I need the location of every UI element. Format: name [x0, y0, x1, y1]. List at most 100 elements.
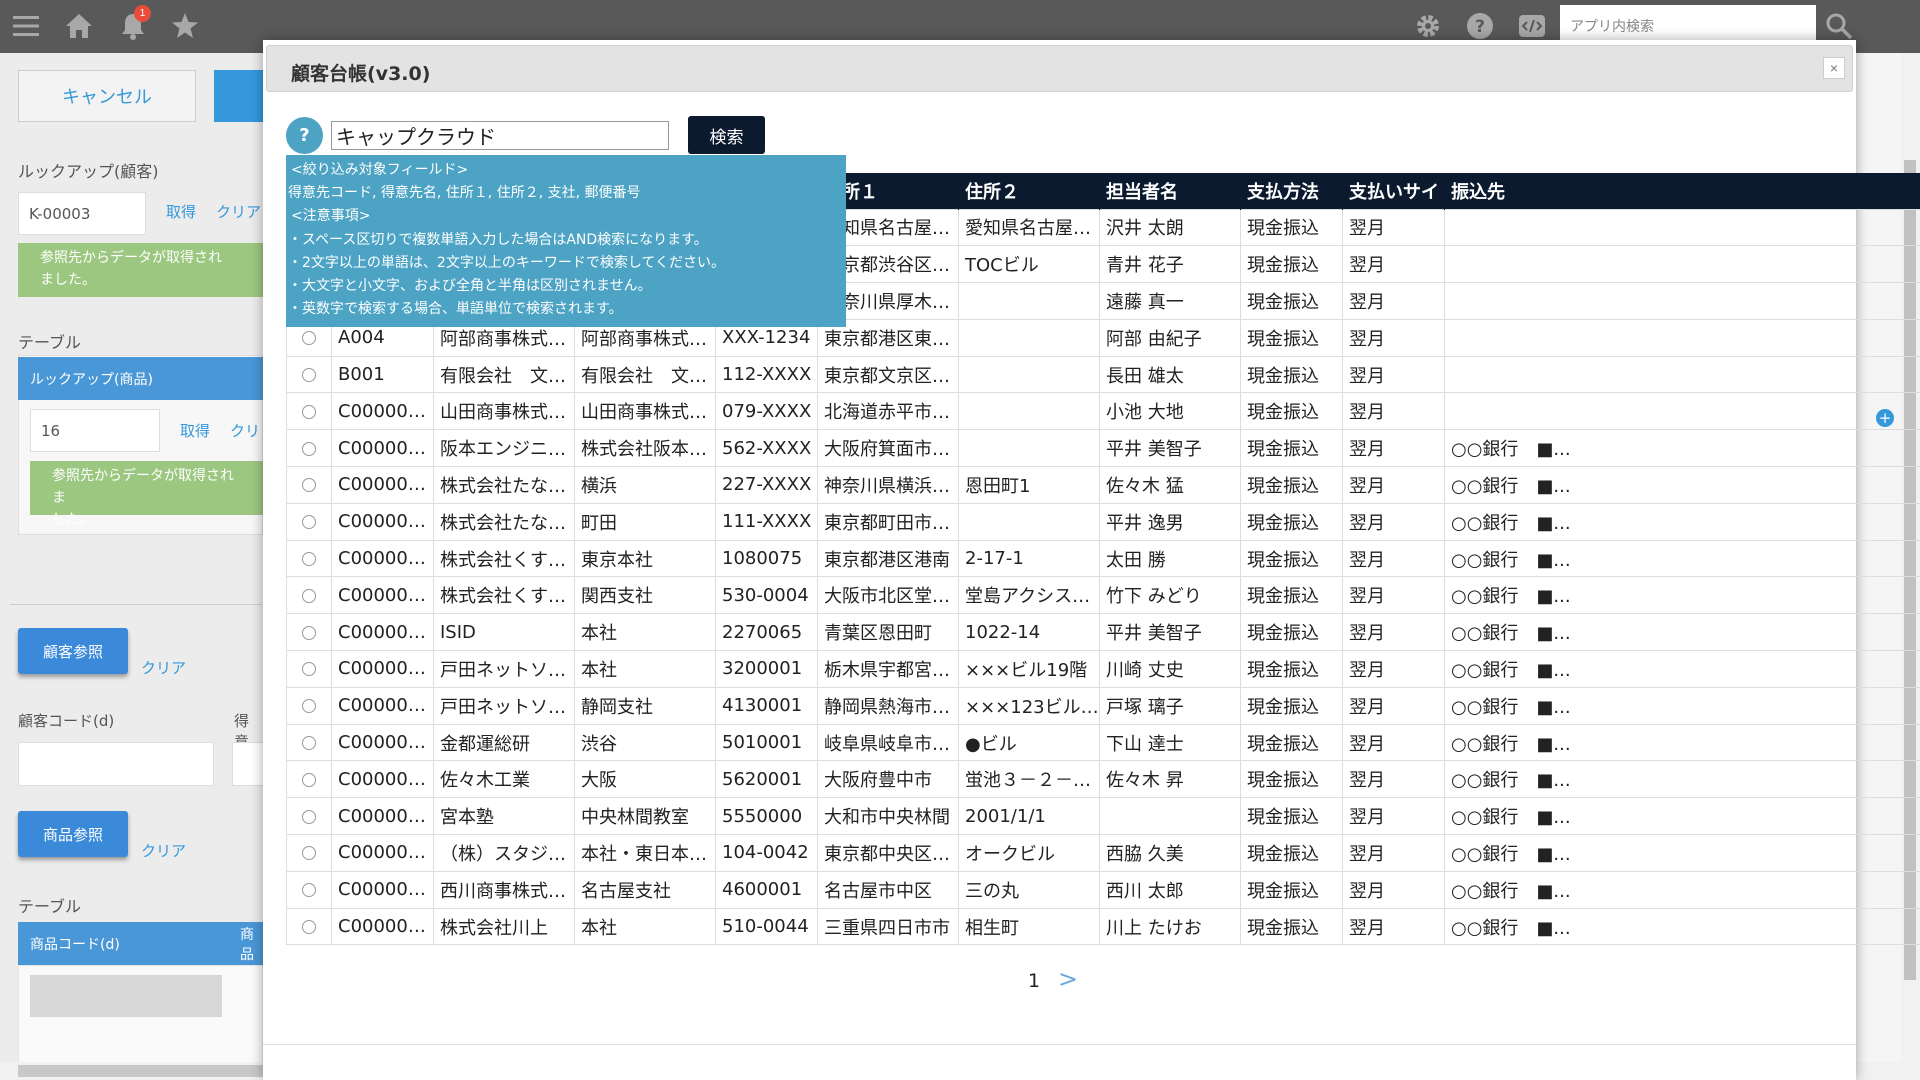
row-radio[interactable]: [286, 870, 332, 909]
modal-title: 顧客台帳(v3.0): [291, 63, 431, 85]
lookup-product-input[interactable]: 16: [30, 409, 160, 452]
table-cell: 西川 太郎: [1099, 870, 1241, 909]
row-radio[interactable]: [286, 760, 332, 799]
table-cell: 相生町: [958, 907, 1100, 946]
tokui-input[interactable]: [232, 742, 264, 786]
close-icon[interactable]: ×: [1823, 57, 1845, 79]
radio-button[interactable]: [302, 809, 316, 824]
radio-button[interactable]: [302, 331, 316, 346]
product-ref-button[interactable]: 商品参照: [18, 811, 128, 857]
row-radio[interactable]: [286, 613, 332, 652]
row-radio[interactable]: [286, 576, 332, 615]
table-row[interactable]: C0000000...株式会社たなみ...町田111-XXXX東京都町田市南..…: [286, 502, 1920, 541]
code-icon[interactable]: [1517, 11, 1547, 41]
table-cell: 現金振込: [1240, 723, 1343, 762]
page-number[interactable]: 1: [1028, 970, 1040, 992]
table-row[interactable]: C0000000...宮本塾中央林間教室5550000大和市中央林間2001/1…: [286, 797, 1920, 836]
table-row[interactable]: C0000000...西川商事株式会社名古屋支社4600001名古屋市中区三の丸…: [286, 870, 1920, 909]
radio-button[interactable]: [302, 772, 316, 787]
help-icon-button[interactable]: ?: [286, 117, 323, 154]
lookup-customer-input[interactable]: K-00003: [18, 192, 146, 235]
radio-button[interactable]: [302, 662, 316, 677]
table-cell: 太田 勝: [1099, 539, 1241, 578]
table-row[interactable]: C0000000...戸田ネットソリ...静岡支社4130001静岡県熱海市××…: [286, 686, 1920, 725]
table-label-2: テーブル: [18, 897, 82, 916]
star-icon[interactable]: [170, 11, 200, 41]
radio-button[interactable]: [302, 846, 316, 861]
radio-button[interactable]: [302, 441, 316, 456]
row-radio[interactable]: [286, 907, 332, 946]
row-radio[interactable]: [286, 466, 332, 504]
clear-link[interactable]: クリア: [216, 201, 261, 222]
table-row[interactable]: C0000000...株式会社たなみ...横浜227-XXXX神奈川県横浜市..…: [286, 466, 1920, 504]
radio-button[interactable]: [302, 920, 316, 935]
table-row[interactable]: C0000000...株式会社くすのき関西支社530-0004大阪市北区堂島..…: [286, 576, 1920, 615]
clear-link-2[interactable]: クリ: [230, 420, 260, 441]
table-row[interactable]: C0000000...山田商事株式会社山田商事株式会社079-XXXX北海道赤平…: [286, 392, 1920, 431]
table-row[interactable]: C0000000...（株）スタジオ...本社・東日本支社104-0042東京都…: [286, 834, 1920, 872]
table-row[interactable]: B001 有限会社 文京... 有限会社 文京... 112-XXXX 東京都文京区後.…: [286, 355, 1920, 394]
radio-button[interactable]: [302, 552, 316, 567]
table-row[interactable]: C0000000...金都運総研渋谷5010001岐阜県岐阜市××...●ビル下…: [286, 723, 1920, 762]
row-radio[interactable]: [286, 502, 332, 541]
menu-icon[interactable]: [11, 11, 41, 41]
table-cell: ○○銀行 ■...: [1444, 760, 1920, 799]
clear-link-3[interactable]: クリア: [141, 657, 186, 678]
tooltip-line: ・英数字で検索する場合、単語単位で検索されます。: [288, 301, 623, 318]
radio-button[interactable]: [302, 515, 316, 530]
customer-ref-button[interactable]: 顧客参照: [18, 628, 128, 674]
column-header: 住所２: [958, 173, 1100, 209]
table-cell: 平井 美智子: [1099, 429, 1241, 468]
search-icon[interactable]: [1824, 11, 1854, 41]
table-cell: ○○銀行 ■...: [1444, 834, 1920, 872]
table-cell: 現金振込: [1240, 282, 1343, 320]
radio-button[interactable]: [302, 883, 316, 898]
table-row[interactable]: C0000000...株式会社川上本社510-0044三重県四日市市相生町川上 …: [286, 907, 1920, 946]
table-cell: 2-17-1: [958, 539, 1100, 578]
save-button[interactable]: [214, 70, 264, 122]
table-row[interactable]: C0000000...株式会社くすのき東京本社1080075東京都港区港南2-1…: [286, 539, 1920, 578]
tooltip-line: <絞り込み対象フィールド>: [291, 162, 469, 178]
cancel-button[interactable]: キャンセル: [18, 70, 196, 122]
lookup-customer-label: ルックアップ(顧客): [18, 162, 159, 181]
row-radio[interactable]: [286, 686, 332, 725]
clear-link-4[interactable]: クリア: [141, 840, 186, 861]
row-radio[interactable]: [286, 650, 332, 688]
row-radio[interactable]: [286, 723, 332, 762]
table-row[interactable]: C0000000...ISID本社2270065青葉区恩田町1022-14平井 …: [286, 613, 1920, 652]
gear-icon[interactable]: [1413, 11, 1443, 41]
table-cell: 株式会社阪本エ...: [574, 429, 716, 468]
table-cell: C0000000...: [331, 760, 434, 799]
next-page-icon[interactable]: >: [1058, 965, 1078, 993]
home-icon[interactable]: [64, 11, 94, 41]
row-radio[interactable]: [286, 429, 332, 468]
row-radio[interactable]: [286, 834, 332, 872]
search-button[interactable]: 検索: [688, 116, 765, 154]
table-row[interactable]: C0000000...佐々木工業大阪5620001大阪府豊中市蛍池３－２－２６佐…: [286, 760, 1920, 799]
customer-code-input[interactable]: [18, 742, 214, 786]
radio-button[interactable]: [302, 478, 316, 493]
row-radio[interactable]: [286, 539, 332, 578]
radio-button[interactable]: [302, 588, 316, 603]
table-cell: 3200001: [715, 650, 818, 688]
table-row[interactable]: C0000000...戸田ネットソリ...本社3200001栃木県宇都宮市...…: [286, 650, 1920, 688]
radio-button[interactable]: [302, 699, 316, 714]
table-row[interactable]: C0000000...阪本エンジニア...株式会社阪本エ...562-XXXX大…: [286, 429, 1920, 468]
help-icon[interactable]: ?: [1465, 11, 1495, 41]
radio-button[interactable]: [302, 368, 316, 383]
search-input[interactable]: [331, 121, 669, 150]
row-radio[interactable]: [286, 355, 332, 394]
radio-button[interactable]: [302, 404, 316, 419]
radio-button[interactable]: [302, 736, 316, 751]
table-cell: 翌月: [1342, 760, 1445, 799]
fetch-link-2[interactable]: 取得: [180, 420, 210, 441]
row-radio[interactable]: [286, 797, 332, 836]
fetch-link[interactable]: 取得: [166, 201, 196, 222]
radio-button[interactable]: [302, 625, 316, 640]
row-radio[interactable]: [286, 392, 332, 431]
table-cell: 株式会社たなみ...: [433, 502, 575, 541]
table-cell: 名古屋市中区: [817, 870, 959, 909]
table-cell: 翌月: [1342, 613, 1445, 652]
table-cell: 佐々木 昇: [1099, 760, 1241, 799]
table-cell: ○○銀行 ■...: [1444, 502, 1920, 541]
